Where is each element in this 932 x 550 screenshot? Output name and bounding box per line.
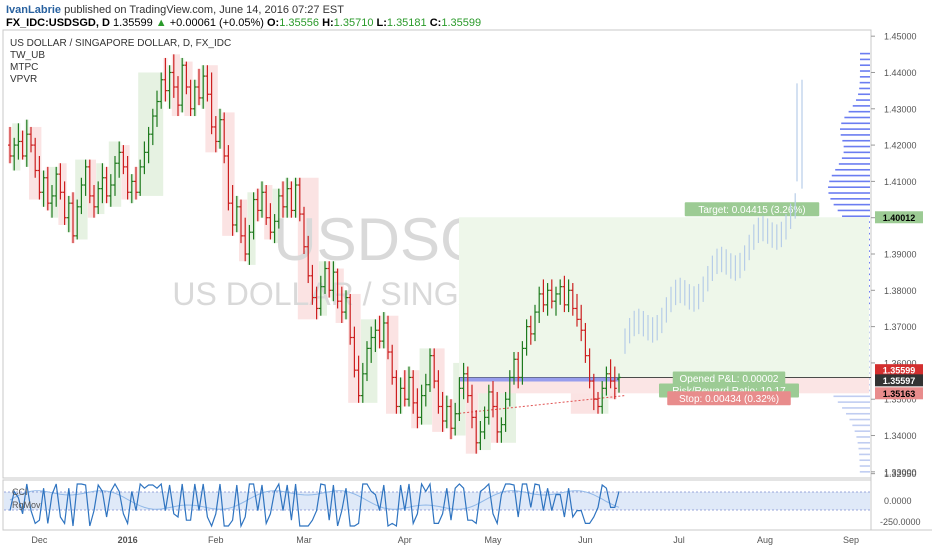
volume-profile-bar [833, 203, 870, 206]
target-price-tag: 1.40012 [883, 213, 916, 223]
volume-profile-bar [859, 465, 870, 467]
time-tick-label: Mar [296, 535, 312, 545]
volume-profile-bar [842, 407, 870, 409]
trend-zone [121, 145, 130, 200]
price-tick-label: 1.38000 [884, 286, 917, 296]
volume-profile-bar [828, 192, 870, 194]
time-tick-label: Dec [31, 535, 48, 545]
stop-price-tag: 1.35163 [883, 389, 916, 399]
price-tick-label: 1.39000 [884, 250, 917, 260]
volume-profile-bar [837, 401, 870, 403]
target-zone [459, 217, 869, 378]
time-axis: Dec 2016 Feb Mar Apr May Jun Jul Aug Sep [31, 535, 859, 545]
indicator-label-cci: CCI [12, 487, 28, 497]
price-tick-label: 1.41000 [884, 177, 917, 187]
volume-profile-bar [858, 447, 870, 450]
volume-profile-bar [843, 151, 870, 154]
volume-profile-bar [843, 145, 870, 148]
indicator-label-rgmov: RgMov [12, 500, 41, 510]
price-tick-label: 1.43000 [884, 104, 917, 114]
volume-profile-bar [859, 459, 870, 462]
price-tick-label: 1.37000 [884, 322, 917, 332]
volume-profile-bar [831, 174, 870, 177]
price-tick-label: 1.42000 [884, 141, 917, 151]
indicator-panel: CCI RgMov 0.0000 -250.0000 [4, 482, 921, 529]
volume-profile-bar [858, 93, 870, 96]
volume-profile-bar [828, 186, 870, 188]
price-tick-label: 1.32950 [884, 469, 917, 479]
volume-profile-bar [849, 418, 870, 421]
time-tick-label: Apr [398, 535, 412, 545]
price-axis: 1.45000 1.44000 1.43000 1.42000 1.41000 1.400… [871, 32, 923, 479]
trend-zone [264, 185, 273, 240]
stop-label: Stop: 0.00434 (0.32%) [679, 394, 779, 405]
trend-zone [12, 123, 21, 171]
entry-price-tag: 1.35597 [883, 376, 916, 386]
time-tick-label: Aug [757, 535, 773, 545]
volume-profile-bar [841, 122, 870, 125]
indicator-tick-label: -250.0000 [880, 517, 921, 527]
legend-indicator-2[interactable]: MTPC [10, 62, 231, 74]
volume-profile-bar [859, 87, 870, 90]
trend-zone [58, 163, 67, 225]
time-tick-label: Sep [843, 535, 859, 545]
volume-profile-bar [859, 52, 870, 55]
indicator-tick-label: 0.0000 [884, 496, 912, 506]
volume-profile-bar [852, 105, 870, 107]
time-tick-label: Jun [578, 535, 593, 545]
volume-profile-bar [833, 395, 870, 398]
price-tick-label: 1.34000 [884, 431, 917, 441]
trend-zone [239, 199, 248, 262]
price-tick-label: 1.45000 [884, 32, 917, 42]
legend: US DOLLAR / SINGAPORE DOLLAR, D, FX_IDC … [10, 38, 231, 86]
volume-profile-bar [830, 198, 870, 200]
volume-profile-bar [844, 116, 870, 119]
last-price-tag: 1.35599 [883, 366, 916, 376]
volume-profile-bar [838, 163, 870, 165]
volume-profile-bar [841, 157, 870, 159]
target-label: Target: 0.04415 (3.26%) [698, 205, 805, 216]
time-tick-label: Feb [208, 535, 224, 545]
price-tick-label: 1.44000 [884, 68, 917, 78]
volume-profile-bar [854, 430, 870, 432]
position-tool[interactable]: Target: 0.04415 (3.26%) Opened P&L: 0.000… [455, 202, 871, 415]
chart-container: IvanLabrie published on TradingView.com,… [0, 0, 932, 550]
volume-profile-bar [859, 70, 870, 72]
trend-zone [411, 370, 420, 429]
volume-profile-bar [855, 99, 870, 101]
volume-profile-bar [859, 471, 870, 473]
volume-profile-bar [857, 441, 870, 444]
trend-zone [87, 159, 96, 218]
legend-indicator-1[interactable]: TW_UB [10, 50, 231, 62]
volume-profile-bar [859, 81, 870, 84]
time-tick-label: 2016 [118, 535, 138, 545]
volume-profile-bar [859, 453, 870, 456]
volume-profile-bar [859, 58, 870, 61]
pnl-label: Opened P&L: 0.00002 [680, 374, 779, 385]
volume-profile-bar [842, 215, 870, 218]
time-tick-label: Jul [673, 535, 685, 545]
volume-profile-bar [856, 436, 870, 438]
legend-indicator-3[interactable]: VPVR [10, 74, 231, 86]
volume-profile-bar [848, 110, 870, 113]
legend-title: US DOLLAR / SINGAPORE DOLLAR, D, FX_IDC [10, 38, 232, 49]
volume-profile-bar [837, 209, 870, 212]
volume-profile-bar [852, 424, 870, 427]
volume-profile-bar [829, 180, 870, 183]
volume-profile-bar [840, 134, 870, 136]
time-tick-label: May [484, 535, 502, 545]
volume-profile-bar [842, 139, 870, 142]
trend-zone [138, 72, 164, 196]
volume-profile-bar [859, 76, 870, 78]
volume-profile-bar [859, 64, 870, 67]
volume-profile-bar [840, 128, 870, 130]
volume-profile-bar [835, 168, 870, 171]
volume-profile-bar [846, 412, 870, 415]
